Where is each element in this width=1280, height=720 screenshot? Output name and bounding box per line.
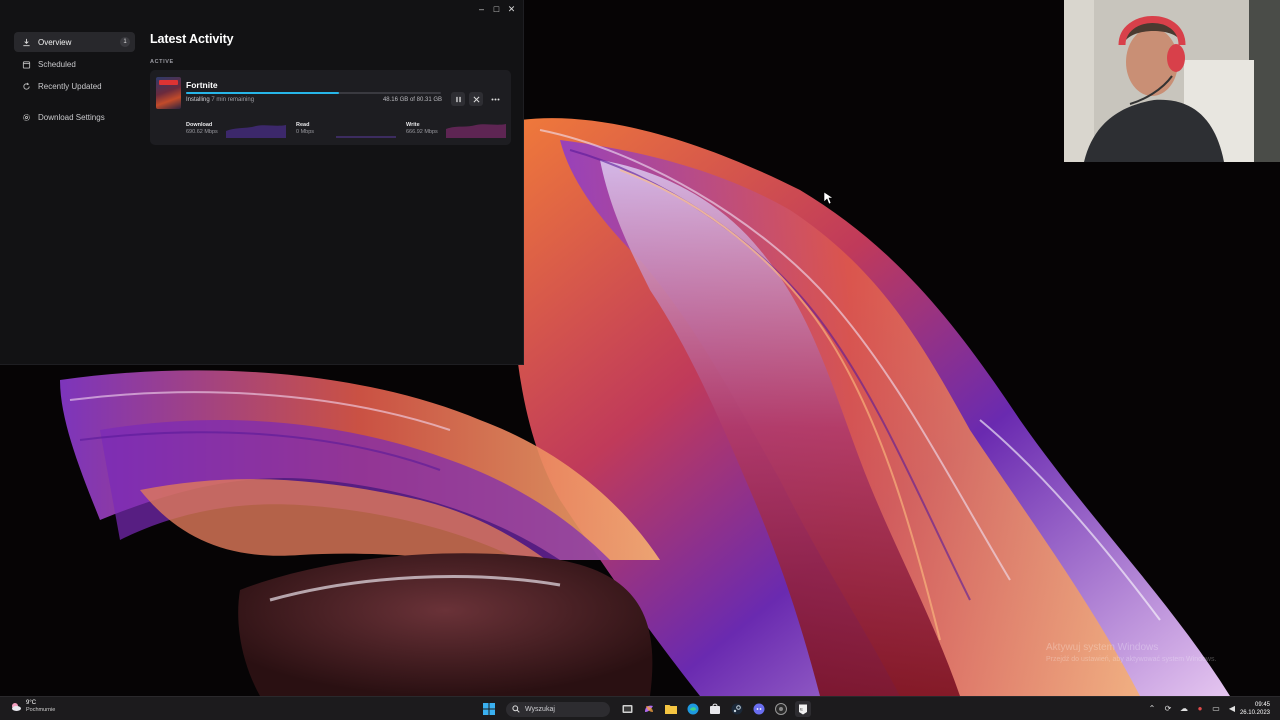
more-icon	[491, 98, 499, 100]
read-sparkline	[336, 136, 396, 138]
mouse-cursor-icon	[823, 191, 834, 205]
download-sparkline	[226, 125, 286, 138]
weather-condition: Pochmurnie	[26, 707, 56, 713]
sidebar-item-scheduled[interactable]: Scheduled	[14, 54, 135, 74]
steam-icon	[731, 703, 743, 715]
store-button[interactable]	[707, 701, 723, 717]
edge-icon	[687, 703, 699, 715]
gear-icon	[21, 112, 31, 122]
download-progress-bar	[186, 92, 441, 94]
sidebar-item-label: Scheduled	[38, 59, 76, 69]
status-text: Installing	[186, 97, 210, 103]
svg-text:E: E	[800, 706, 803, 711]
tray-microphone-icon[interactable]: ●	[1194, 702, 1206, 714]
system-tray: ⌃ ⟳ ☁ ● ▭ ◀	[1146, 702, 1238, 714]
epic-launcher-button[interactable]: E	[795, 701, 811, 717]
epic-games-icon: E	[799, 704, 807, 714]
download-progress-fill	[186, 92, 339, 94]
sidebar-item-label: Recently Updated	[38, 81, 102, 91]
task-view-button[interactable]	[619, 701, 635, 717]
tray-volume-icon[interactable]: ◀	[1226, 702, 1238, 714]
minimize-button[interactable]: –	[474, 2, 489, 16]
edge-button[interactable]	[685, 701, 701, 717]
metric-read: Read 0 Mbps	[296, 122, 396, 140]
calendar-icon	[21, 59, 31, 69]
sidebar-item-overview[interactable]: Overview 1	[14, 32, 135, 52]
copilot-button[interactable]	[641, 701, 657, 717]
game-title[interactable]: Fortnite	[186, 80, 218, 90]
window-controls: – □ ✕	[474, 2, 519, 16]
clock-date: 26.10.2023	[1239, 710, 1270, 716]
streamer-image	[1064, 0, 1280, 162]
taskbar-search-input[interactable]: Wyszukaj	[506, 701, 610, 717]
store-icon	[710, 703, 720, 714]
section-label-active: ACTIVE	[150, 59, 174, 65]
weather-widget[interactable]: 9°C Pochmurnie	[10, 700, 55, 714]
clock-time: 09:45	[1254, 702, 1270, 708]
steam-button[interactable]	[729, 701, 745, 717]
download-icon	[21, 37, 31, 47]
download-status: Installing 7 min remaining	[186, 97, 254, 103]
chrome-button[interactable]	[773, 701, 789, 717]
activation-watermark: Aktywuj system Windows Przejdź do ustawi…	[1046, 642, 1216, 663]
download-card: Fortnite Installing 7 min remaining 48.1…	[150, 70, 511, 145]
taskbar-clock[interactable]: 09:45 26.10.2023	[1240, 701, 1270, 717]
page-title: Latest Activity	[150, 32, 234, 46]
search-icon	[512, 705, 520, 713]
discord-button[interactable]	[751, 701, 767, 717]
copilot-icon	[645, 705, 653, 712]
main-content: Latest Activity ACTIVE Fortnite Installi…	[150, 32, 512, 145]
metric-download: Download 690.62 Mbps	[186, 122, 286, 140]
file-explorer-button[interactable]	[663, 701, 679, 717]
close-icon	[473, 96, 479, 102]
sidebar: Overview 1 Scheduled Recently Updated Do…	[14, 32, 135, 129]
sidebar-item-download-settings[interactable]: Download Settings	[14, 107, 135, 127]
sidebar-item-label: Download Settings	[38, 112, 105, 122]
download-size: 48.16 GB of 80.31 GB	[382, 97, 442, 103]
tray-sync-icon[interactable]: ⟳	[1162, 702, 1174, 714]
metric-write: Write 666.92 Mbps	[406, 122, 506, 140]
cloud-icon	[12, 703, 21, 711]
taskbar: 9°C Pochmurnie Wyszukaj E ⌃ ⟳ ☁ ● ▭ ◀ 09…	[0, 696, 1280, 720]
taskbar-apps: Wyszukaj E	[478, 700, 814, 718]
close-button[interactable]: ✕	[504, 2, 519, 16]
weather-temperature: 9°C	[26, 700, 37, 706]
write-sparkline	[446, 124, 506, 138]
game-thumbnail[interactable]	[156, 77, 181, 109]
more-options-button[interactable]	[488, 92, 502, 106]
sidebar-item-label: Overview	[38, 37, 72, 47]
cancel-button[interactable]	[469, 92, 483, 106]
launcher-window: – □ ✕ Overview 1 Scheduled Recently Upda…	[0, 0, 524, 365]
pause-icon	[455, 96, 461, 102]
tray-network-icon[interactable]: ▭	[1210, 702, 1222, 714]
watermark-subtitle: Przejdź do ustawień, aby aktywować syste…	[1046, 656, 1217, 663]
discord-icon	[753, 703, 765, 715]
chrome-icon	[775, 703, 787, 715]
maximize-button[interactable]: □	[489, 2, 504, 16]
windows-logo-icon	[483, 703, 495, 715]
time-remaining: 7 min remaining	[211, 97, 255, 103]
pause-button[interactable]	[451, 92, 465, 106]
search-placeholder: Wyszukaj	[525, 705, 555, 713]
tray-cloud-icon[interactable]: ☁	[1178, 702, 1190, 714]
folder-icon	[665, 705, 677, 714]
webcam-overlay	[1064, 0, 1280, 162]
start-button[interactable]	[481, 701, 497, 717]
sidebar-item-recently-updated[interactable]: Recently Updated	[14, 76, 135, 96]
watermark-title: Aktywuj system Windows	[1046, 642, 1159, 653]
task-view-icon	[622, 705, 632, 713]
tray-chevron-icon[interactable]: ⌃	[1146, 702, 1158, 714]
overview-count-badge: 1	[120, 37, 130, 47]
refresh-icon	[21, 81, 31, 91]
